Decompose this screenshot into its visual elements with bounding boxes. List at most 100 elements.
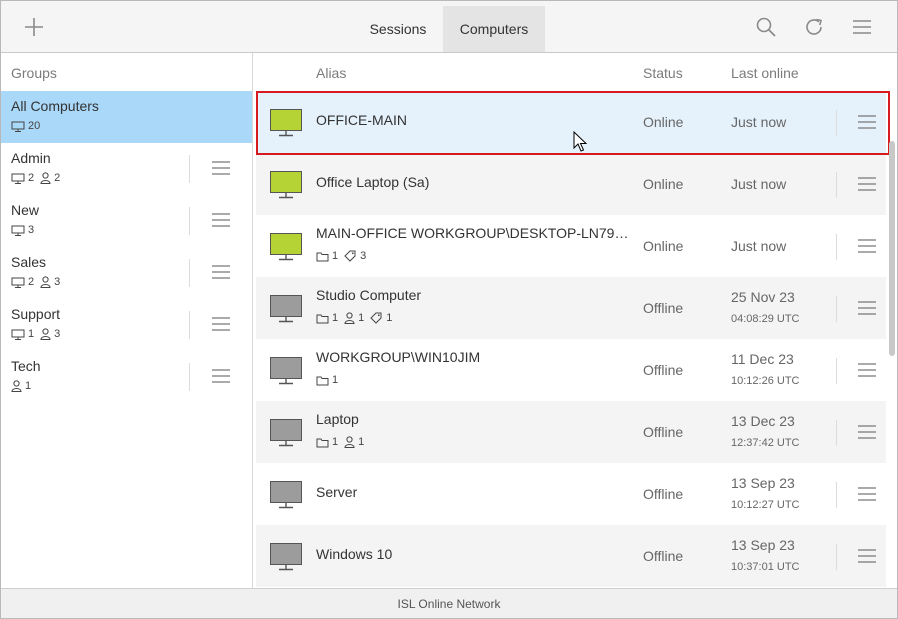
computer-alias: Studio Computer [316,287,422,303]
computer-row[interactable]: Windows 10 Offline 13 Sep 23 10:37:01 UTC [256,525,886,587]
tab-computers[interactable]: Computers [443,6,545,52]
last-online-date: Just now [731,238,787,254]
row-menu-icon[interactable] [858,114,876,130]
group-item-new[interactable]: New 3 [1,195,252,247]
computer-alias: OFFICE-MAIN [316,112,407,128]
computer-count-value: 3 [28,224,35,236]
computer-count-value: 1 [28,328,35,340]
row-menu-icon[interactable] [858,424,876,440]
tag-icon [344,250,356,262]
user-count-value: 3 [54,276,61,288]
tab-sessions[interactable]: Sessions [353,6,443,52]
monitor-online-icon [270,109,302,137]
monitor-offline-icon [270,543,302,571]
computer-row[interactable]: Server Offline 13 Sep 23 10:12:27 UTC [256,463,886,525]
group-menu-icon[interactable] [212,160,230,176]
monitor-offline-icon [270,357,302,385]
user-icon [344,436,355,448]
tag-count: 1 [370,312,392,324]
list-header: Alias Status Last online [253,53,897,91]
divider [189,207,190,235]
column-header-status[interactable]: Status [643,65,683,81]
user-count-value: 1 [358,312,365,324]
computer-icon [11,277,25,288]
divider [836,358,837,384]
row-menu-icon[interactable] [858,362,876,378]
group-name: Sales [11,254,47,270]
group-menu-icon[interactable] [212,212,230,228]
computer-count-value: 2 [28,276,35,288]
column-header-last-online[interactable]: Last online [731,65,799,81]
group-item-admin[interactable]: Admin 2 2 [1,143,252,195]
group-menu-icon[interactable] [212,316,230,332]
monitor-online-icon [270,233,302,261]
group-item-support[interactable]: Support 1 3 [1,299,252,351]
computer-status: Online [643,238,684,254]
group-menu-icon[interactable] [212,264,230,280]
divider [836,110,837,136]
row-menu-icon[interactable] [858,486,876,502]
group-item-tech[interactable]: Tech 1 [1,351,252,403]
computer-row[interactable]: Studio Computer 1 1 1 Offline 25 Nov 23 04:08:… [256,277,886,339]
folder-count: 1 [316,250,338,262]
group-menu-icon[interactable] [212,368,230,384]
computer-row[interactable]: WORKGROUP\WIN10JIM 1 Offline 11 Dec 23 10:12… [256,339,886,401]
last-online-date: Just now [731,114,787,130]
row-menu-icon[interactable] [858,176,876,192]
computer-icon [11,121,25,132]
computer-status: Offline [643,362,684,378]
folder-count-value: 1 [332,250,339,262]
monitor-offline-icon [270,481,302,509]
last-online-date: 11 Dec 23 [731,351,794,367]
computer-meta: 11 [316,436,370,448]
group-item-all-computers[interactable]: All Computers 20 [1,91,252,143]
folder-count-value: 1 [332,312,339,324]
tag-count-value: 1 [386,312,393,324]
last-online-date: 13 Dec 23 [731,413,795,429]
menu-icon[interactable] [851,16,873,38]
groups-sidebar: Groups All Computers 20 Admin 2 2 New 3 Sales 2 3… [1,53,253,588]
computer-status: Online [643,176,684,192]
divider [836,420,837,446]
search-icon[interactable] [755,16,777,38]
computer-row[interactable]: MAIN-OFFICE WORKGROUP\DESKTOP-LN79… 1 3 Onl… [256,215,886,277]
computer-status: Online [643,114,684,130]
user-icon [40,172,51,184]
status-bar: ISL Online Network [1,588,897,618]
computer-alias: WORKGROUP\WIN10JIM [316,349,481,365]
row-menu-icon[interactable] [858,300,876,316]
group-list: All Computers 20 Admin 2 2 New 3 Sales 2 3 Support… [1,91,252,403]
computer-meta: 13 [316,250,372,262]
row-menu-icon[interactable] [858,548,876,564]
refresh-icon[interactable] [803,16,825,38]
computer-row[interactable]: Office Laptop (Sa) Online Just now [256,153,886,215]
computer-count: 2 [11,172,34,184]
folder-count: 1 [316,374,338,386]
folder-icon [316,438,329,447]
scrollbar-thumb[interactable] [889,141,895,356]
group-name: Support [11,306,61,322]
group-meta: 22 [11,172,66,184]
user-icon [40,328,51,340]
computer-row[interactable]: OFFICE-MAIN Online Just now [256,91,886,153]
computer-count: 1 [11,328,34,340]
group-meta: 13 [11,328,66,340]
group-item-sales[interactable]: Sales 2 3 [1,247,252,299]
row-menu-icon[interactable] [858,238,876,254]
group-meta: 3 [11,224,40,236]
computer-count: 20 [11,120,40,132]
folder-icon [316,252,329,261]
column-header-alias[interactable]: Alias [316,65,346,81]
divider [189,311,190,339]
group-meta: 20 [11,120,46,132]
computer-status: Offline [643,424,684,440]
user-count: 3 [40,276,60,288]
computer-row[interactable]: Laptop 1 1 Offline 13 Dec 23 12:37:42 UTC [256,401,886,463]
computer-alias: Windows 10 [316,546,393,562]
plus-icon[interactable] [23,16,45,38]
last-online-time: 04:08:29 UTC [731,313,800,325]
tag-count-value: 3 [360,250,367,262]
divider [836,544,837,570]
computer-status: Offline [643,486,684,502]
computer-meta: 1 [316,374,344,386]
